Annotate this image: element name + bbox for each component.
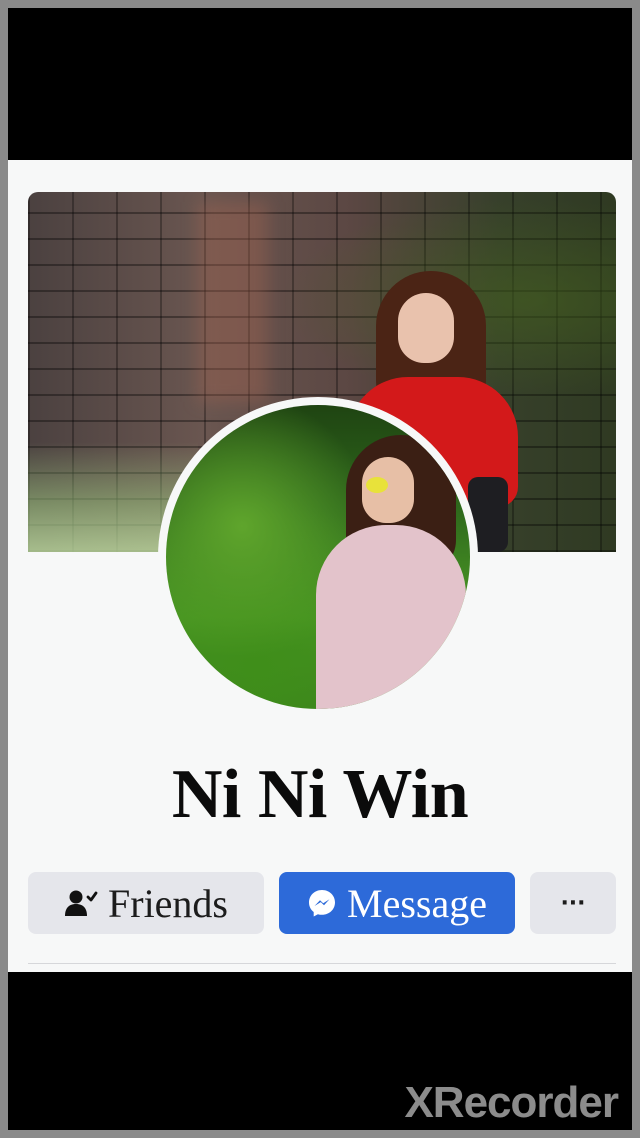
- friends-button[interactable]: Friends: [28, 872, 264, 934]
- profile-picture: [166, 405, 470, 709]
- message-button[interactable]: Message: [279, 872, 515, 934]
- message-button-label: Message: [347, 880, 487, 926]
- person-check-icon: [64, 889, 98, 917]
- screen-recording-frame: Ni Ni Win Friends Message ··· XRecorder: [8, 8, 632, 1130]
- friends-button-label: Friends: [108, 880, 228, 926]
- profile-card: Ni Ni Win Friends Message ···: [8, 160, 632, 972]
- recorder-watermark: XRecorder: [404, 1078, 619, 1127]
- section-divider: [28, 963, 616, 964]
- more-options-button[interactable]: ···: [530, 872, 616, 934]
- profile-name: Ni Ni Win: [171, 756, 469, 833]
- profile-avatar[interactable]: [158, 397, 478, 717]
- messenger-icon: [307, 888, 337, 918]
- more-options-icon: ···: [560, 890, 586, 916]
